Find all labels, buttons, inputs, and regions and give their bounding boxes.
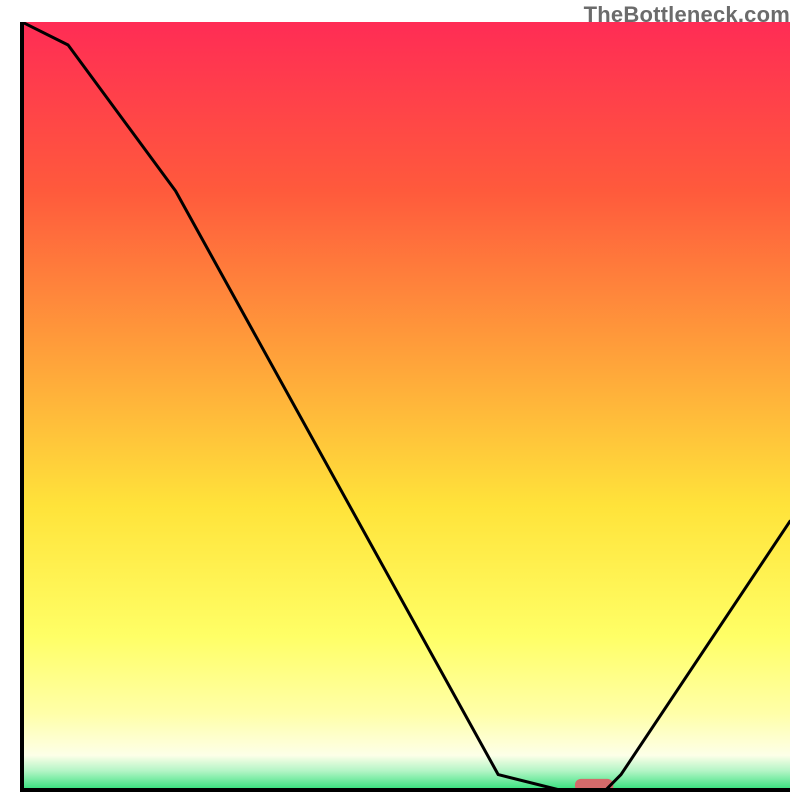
watermark-text: TheBottleneck.com <box>584 2 790 28</box>
chart-container: TheBottleneck.com <box>0 0 800 800</box>
bottleneck-chart <box>0 0 800 800</box>
